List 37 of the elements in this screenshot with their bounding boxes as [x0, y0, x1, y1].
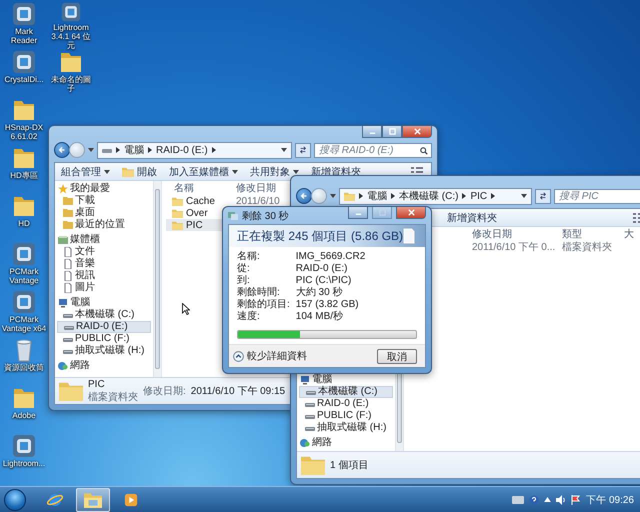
icon-label: PCMark Vantage	[8, 267, 40, 285]
field-label: 從:	[237, 263, 251, 275]
field-label: 到:	[237, 275, 251, 287]
icon-label: PCMark Vantage x64	[1, 315, 47, 333]
field-value: 104 MB/秒	[296, 311, 344, 323]
icon-label: HD	[17, 219, 31, 228]
field-label: 剩餘的項目:	[237, 299, 290, 310]
table-cell-text: 檔案資料夾	[562, 240, 613, 254]
field-value: RAID-0 (E:)	[296, 263, 348, 275]
table-cell: 2011/6/10	[236, 196, 280, 206]
copy-heading: 正在複製 245 個項目 (5.86 GB)	[237, 228, 404, 244]
icon-label: Mark Reader	[10, 27, 38, 45]
field-label: 名稱:	[237, 251, 261, 263]
field-value: 157 (3.82 GB)	[296, 299, 360, 310]
item-type: 檔案資料夾	[88, 390, 138, 404]
table-cell-text: 2011/6/10 下午 0...	[472, 241, 556, 254]
file-name: PIC	[186, 220, 203, 230]
field-value: 大約 30 秒	[296, 287, 344, 299]
file-name: Over	[186, 208, 208, 218]
item-name: PIC	[88, 378, 106, 390]
field-value: 2011/6/10 下午 09:15	[190, 385, 286, 398]
field-label: 剩餘時間:	[237, 287, 281, 299]
window-title: 剩餘 30 秒	[242, 210, 289, 222]
field-label: 速度:	[237, 311, 261, 323]
icon-label: Lightroom 3.4.1 64 位元	[50, 23, 92, 50]
icon-label: HSnap-DX 6.61.02	[4, 123, 44, 141]
item-count: 1 個項目	[330, 459, 368, 472]
icon-label: 未命名的圖子	[50, 75, 92, 93]
icon-label: 資源回收筒	[3, 363, 45, 372]
icon-label: Lightroom...	[2, 459, 46, 468]
icon-label: Adobe	[11, 411, 37, 420]
field-label: 修改日期:	[143, 384, 186, 398]
file-name: Cache	[186, 196, 215, 206]
icon-label: HD專區	[9, 171, 39, 180]
field-value: PIC (C:\PIC)	[296, 275, 352, 286]
icon-label: CrystalDi...	[3, 75, 45, 84]
field-value: IMG_5669.CR2	[296, 251, 366, 263]
